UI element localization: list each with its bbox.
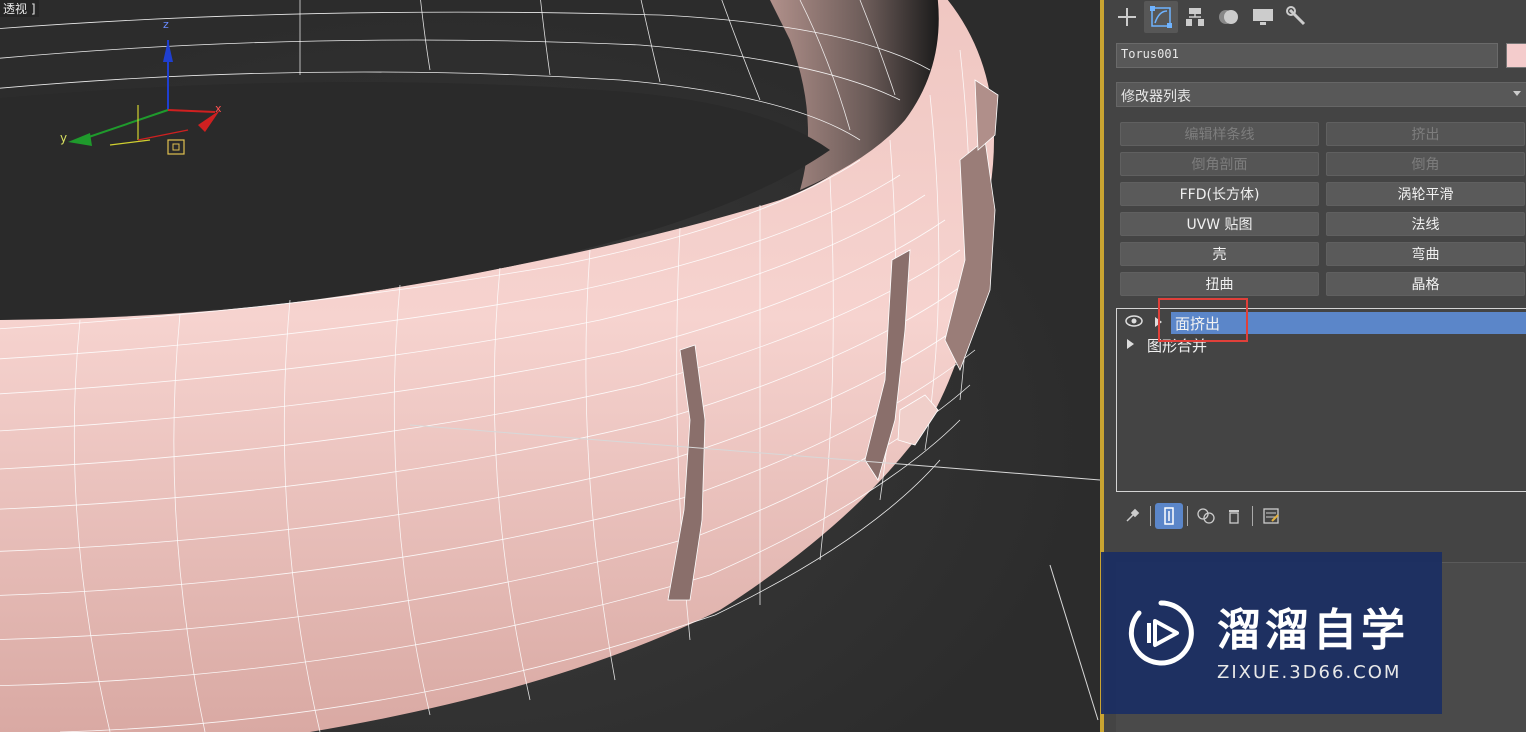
hierarchy-icon xyxy=(1186,8,1204,26)
make-unique-button[interactable] xyxy=(1192,503,1220,529)
highlight-annotation-box xyxy=(1158,298,1248,342)
make-unique-icon xyxy=(1197,508,1215,524)
create-plus-icon xyxy=(1118,8,1136,26)
show-end-result-button[interactable] xyxy=(1155,503,1183,529)
eye-icon[interactable] xyxy=(1125,315,1143,327)
perspective-viewport[interactable]: z y x 透视 ] xyxy=(0,0,1100,732)
modifier-list-dropdown[interactable]: 修改器列表 xyxy=(1116,82,1526,107)
utilities-wrench-icon xyxy=(1286,6,1306,26)
stack-toolbar xyxy=(1118,502,1526,530)
show-end-result-icon xyxy=(1164,507,1174,525)
display-icon xyxy=(1253,9,1273,25)
display-tab[interactable] xyxy=(1246,1,1280,33)
modifier-button-twist[interactable]: 扭曲 xyxy=(1120,272,1319,296)
modifier-button-turbosmooth[interactable]: 涡轮平滑 xyxy=(1326,182,1525,206)
modifier-button-normal[interactable]: 法线 xyxy=(1326,212,1525,236)
modifier-button-bevel-profile[interactable]: 倒角剖面 xyxy=(1120,152,1319,176)
remove-modifier-icon xyxy=(1229,510,1239,524)
play-logo-icon xyxy=(1128,600,1194,666)
motion-tab[interactable] xyxy=(1212,1,1246,33)
axis-z-label: z xyxy=(163,18,169,31)
modifier-button-uvw-map[interactable]: UVW 贴图 xyxy=(1120,212,1319,236)
modifier-button-bevel[interactable]: 倒角 xyxy=(1326,152,1525,176)
object-color-swatch[interactable] xyxy=(1506,43,1526,68)
modifier-list-label: 修改器列表 xyxy=(1121,89,1191,105)
watermark-url: ZIXUE.3D66.COM xyxy=(1217,662,1402,683)
remove-modifier-button[interactable] xyxy=(1220,503,1248,529)
chevron-down-icon xyxy=(1513,91,1521,96)
modifier-button-ffd-box[interactable]: FFD(长方体) xyxy=(1120,182,1319,206)
modify-icon xyxy=(1150,6,1172,28)
axis-y-label: y xyxy=(60,131,67,145)
extruded-slot-5 xyxy=(974,79,999,151)
modify-tab[interactable] xyxy=(1144,1,1178,33)
hierarchy-tab[interactable] xyxy=(1178,1,1212,33)
axis-x-label: x xyxy=(215,102,222,115)
create-tab[interactable] xyxy=(1110,1,1144,33)
toolbar-divider xyxy=(1150,506,1151,526)
watermark-title: 溜溜自学 xyxy=(1217,605,1409,656)
utilities-tab[interactable] xyxy=(1280,1,1314,33)
configure-sets-button[interactable] xyxy=(1257,503,1285,529)
torus-wireframe-mesh: z y x xyxy=(0,0,1100,732)
watermark-text: 溜溜自学 ZIXUE.3D66.COM xyxy=(1217,594,1409,683)
motion-icon xyxy=(1219,10,1238,24)
configure-sets-icon xyxy=(1263,508,1279,524)
pin-stack-button[interactable] xyxy=(1118,503,1146,529)
modifier-button-shell[interactable]: 壳 xyxy=(1120,242,1319,266)
toolbar-divider xyxy=(1187,506,1188,526)
modifier-buttons: 编辑样条线 挤出 倒角剖面 倒角 FFD(长方体) 涡轮平滑 UVW 贴图 法线… xyxy=(1120,122,1525,296)
modifier-button-bend[interactable]: 弯曲 xyxy=(1326,242,1525,266)
watermark-overlay: 溜溜自学 ZIXUE.3D66.COM xyxy=(1101,552,1442,714)
modifier-button-extrude[interactable]: 挤出 xyxy=(1326,122,1525,146)
command-panel-tabs xyxy=(1110,0,1526,34)
modifier-button-edit-spline[interactable]: 编辑样条线 xyxy=(1120,122,1319,146)
viewport-label[interactable]: 透视 ] xyxy=(0,0,39,17)
pin-icon xyxy=(1126,508,1140,522)
expand-arrow-icon[interactable] xyxy=(1127,339,1134,349)
modifier-button-lattice[interactable]: 晶格 xyxy=(1326,272,1525,296)
toolbar-divider xyxy=(1252,506,1253,526)
object-name-field[interactable]: Torus001 xyxy=(1116,43,1498,68)
